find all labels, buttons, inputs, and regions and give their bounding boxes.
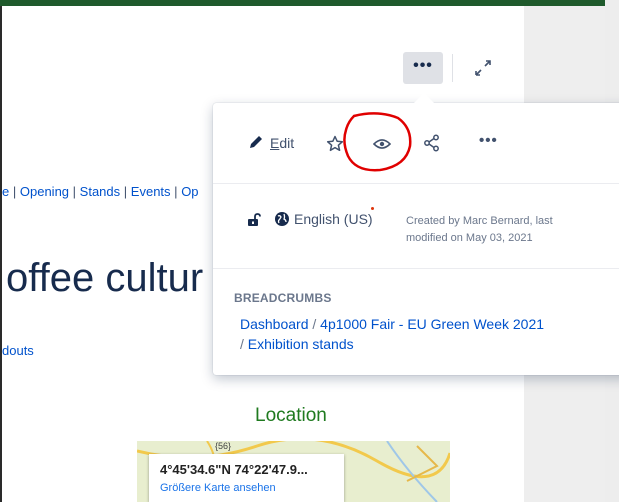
popup-divider [213, 268, 619, 269]
handouts-link[interactable]: douts [2, 343, 34, 358]
breadcrumb-dashboard[interactable]: Dashboard [240, 316, 309, 332]
pencil-icon [248, 134, 264, 153]
map-coordinates: 4°45'34.6"N 74°22'47.9... [160, 462, 308, 477]
nav-link-stands[interactable]: Stands [80, 184, 120, 199]
breadcrumb-exhibition-stands[interactable]: Exhibition stands [248, 336, 354, 352]
breadcrumbs-title: BREADCRUMBS [234, 291, 332, 305]
popup-divider [213, 183, 619, 184]
nav-link-op[interactable]: Op [181, 184, 198, 199]
toolbar-divider [452, 54, 453, 82]
page-heading: offee cultur [6, 256, 204, 300]
breadcrumb-fair[interactable]: 4p1000 Fair - EU Green Week 2021 [320, 316, 544, 332]
expand-icon[interactable] [468, 54, 498, 82]
language-selector[interactable]: English (US) [294, 211, 373, 227]
location-heading: Location [255, 405, 327, 426]
unlock-icon[interactable] [247, 213, 261, 232]
map-larger-link[interactable]: Größere Karte ansehen [160, 482, 276, 494]
popup-arrow [413, 93, 435, 104]
annotation-circle [338, 110, 418, 185]
globe-icon [274, 211, 290, 232]
breadcrumb: / Exhibition stands [240, 336, 354, 352]
popup-more-button[interactable]: ••• [479, 132, 498, 149]
breadcrumb: Dashboard / 4p1000 Fair - EU Green Week … [240, 316, 545, 332]
map-route-label: {56} [215, 441, 232, 451]
more-actions-button[interactable]: ••• [403, 52, 443, 84]
share-icon[interactable] [423, 134, 441, 157]
language-indicator-dot [371, 207, 374, 210]
page-nav-links: e | Opening | Stands | Events | Op [2, 184, 199, 199]
page-created-info: Created by Marc Bernard, last modified o… [406, 215, 553, 244]
nav-link-opening[interactable]: Opening [20, 184, 69, 199]
nav-link-events[interactable]: Events [131, 184, 171, 199]
edit-button[interactable]: Edit [248, 133, 294, 153]
nav-link-partial[interactable]: e [2, 184, 9, 199]
